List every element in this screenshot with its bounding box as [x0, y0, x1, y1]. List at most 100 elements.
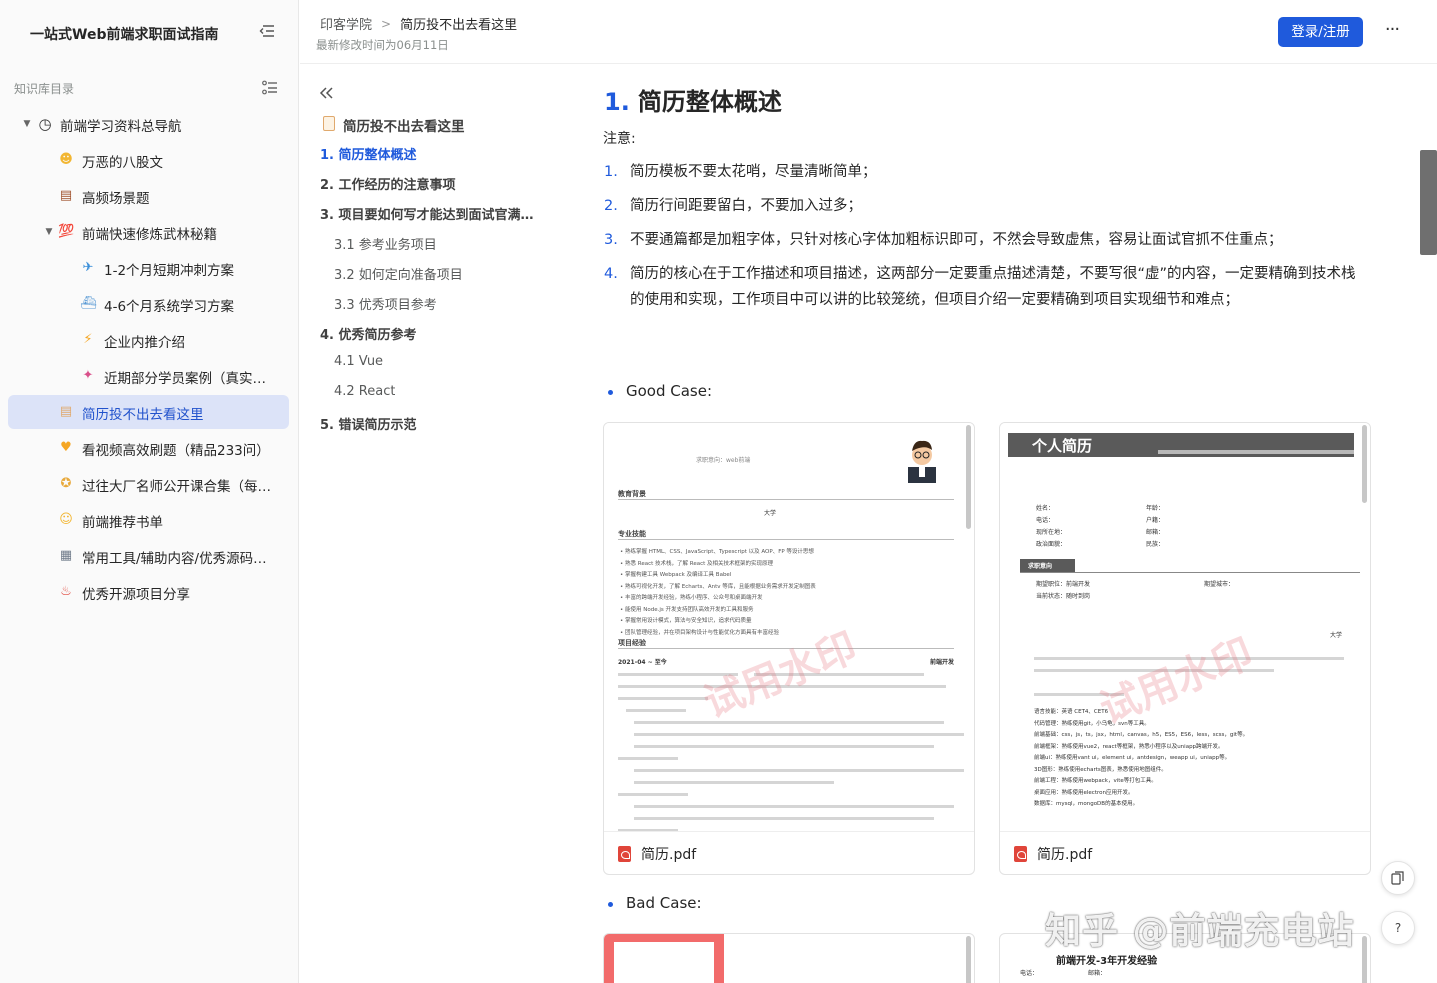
- resume-skill-line: • 熟练可视化开发，了解 Echarts、Antv 等库，且能根据业务需求开发定…: [620, 583, 816, 590]
- section-heading-text: 简历整体概述: [637, 88, 782, 116]
- toc-item[interactable]: 4. 优秀简历参考: [320, 324, 417, 343]
- pdf-file-name[interactable]: 简历.pdf: [641, 844, 696, 864]
- sidebar-item-label: 近期部分学员案例（真实记录）: [104, 371, 277, 387]
- resume-banner-title: 个人简历: [1032, 437, 1093, 455]
- sidebar-item[interactable]: ▼ 💯 前端快速修炼武林秘籍: [8, 215, 289, 249]
- sidebar: 一站式Web前端求职面试指南 知识库目录 ▼ ◷ 前端学习资料总导航 ☻ 万恶的八股文 ▤…: [0, 0, 299, 983]
- preview-scrollbar[interactable]: [1362, 936, 1367, 983]
- toc-collapse-icon[interactable]: [318, 84, 334, 105]
- toc-title[interactable]: 简历投不出去看这里: [343, 115, 465, 135]
- sidebar-item-label: 前端推荐书单: [82, 515, 163, 531]
- fire-icon: ♨: [60, 584, 72, 599]
- help-icon[interactable]: ?: [1381, 911, 1415, 945]
- resume-text-line: [634, 769, 964, 772]
- login-register-button[interactable]: 登录/注册: [1278, 17, 1363, 47]
- pdf-file-name[interactable]: 简历.pdf: [1037, 844, 1092, 864]
- toc-item[interactable]: 2. 工作经历的注意事项: [320, 174, 456, 193]
- note-label: 注意:: [603, 131, 636, 147]
- list-number: 4.: [604, 266, 618, 282]
- resume-field: 姓名：: [1036, 505, 1055, 512]
- sidebar-item[interactable]: ▦ 常用工具/辅助内容/优秀源码分享: [8, 539, 289, 573]
- resume-text-line: [618, 793, 688, 796]
- resume-text-line: [618, 697, 708, 700]
- chevron-down-icon[interactable]: ▼: [22, 119, 32, 129]
- toc-item[interactable]: 3.2 如何定向准备项目: [334, 264, 463, 283]
- sidebar-item-label: 高频场景题: [82, 191, 150, 207]
- emoji-face-icon: ☻: [59, 152, 73, 167]
- chevron-down-icon[interactable]: ▼: [44, 227, 54, 237]
- sidebar-item[interactable]: ♥ 看视频高效刷题（精品233问）: [8, 431, 289, 465]
- resume-intent-line: 当前状态：随时到岗: [1036, 593, 1091, 600]
- list-text: 不要通篇都是加粗字体，只针对核心字体加粗标识即可，不然会导致虚焦，容易让面试官抓…: [630, 232, 1283, 248]
- sidebar-item[interactable]: ☻ 万恶的八股文: [8, 143, 289, 177]
- resume-field: 邮箱：: [1146, 529, 1165, 536]
- sidebar-item[interactable]: ☺ 前端推荐书单: [8, 503, 289, 537]
- copy-icon[interactable]: [1381, 861, 1415, 895]
- page-scrollbar[interactable]: [1420, 150, 1437, 255]
- section-heading: 1. 简历整体概述: [604, 82, 782, 117]
- resume-university: 大学: [764, 510, 777, 517]
- sidebar-item[interactable]: ▼ ◷ 前端学习资料总导航: [8, 107, 289, 141]
- sidebar-item-label: 看视频高效刷题（精品233问）: [82, 443, 270, 459]
- sidebar-item[interactable]: ✪ 过往大厂名师公开课合集（每周更新）: [8, 467, 289, 501]
- sidebar-item-label: 1-2个月短期冲刺方案: [104, 263, 235, 279]
- sidebar-item-label: 前端学习资料总导航: [60, 119, 182, 135]
- resume-title: 前端开发-3年开发经验: [1056, 956, 1158, 967]
- resume-text-line: [626, 709, 686, 712]
- toc-item[interactable]: 4.1 Vue: [334, 354, 383, 369]
- list-text: 简历的核心在于工作描述和项目描述，这两部分一定要重点描述清楚，不要写很“虚”的内…: [630, 266, 1356, 308]
- sidebar-item[interactable]: ▤ 简历投不出去看这里: [8, 395, 289, 429]
- breadcrumb-root[interactable]: 印客学院: [320, 14, 372, 33]
- sidebar-item[interactable]: ⛴ 4-6个月系统学习方案: [8, 287, 289, 321]
- resume-project-heading: 项目经验: [618, 639, 646, 647]
- preview-scrollbar[interactable]: [1362, 425, 1367, 503]
- toc-item[interactable]: 3. 项目要如何写才能达到面试官满意的程度: [320, 204, 536, 223]
- pdf-preview[interactable]: 个人简历 姓名： 年龄： 电话： 户籍： 现所在地： 邮箱： 政治面貌： 民族： 求职意向 期…: [1000, 423, 1370, 831]
- medal-icon: ✪: [60, 476, 72, 491]
- kb-title[interactable]: 一站式Web前端求职面试指南: [30, 24, 218, 44]
- breadcrumb-separator-icon: >: [381, 16, 392, 31]
- pdf-file-icon: [618, 846, 631, 862]
- airplane-icon: ✈: [82, 260, 94, 275]
- resume-field: 电话：: [1020, 970, 1039, 977]
- resume-text-line: [634, 721, 944, 724]
- toc-item[interactable]: 1. 简历整体概述: [320, 144, 417, 163]
- pdf-file-icon: [1014, 846, 1027, 862]
- resume-skill-line: • 掌握构建工具 Webpack 及编译工具 Babel: [620, 572, 732, 578]
- document-icon: ▤: [59, 404, 73, 419]
- pdf-preview[interactable]: 求职意向：web前端 教育背景 大学 专业技能 • 熟练掌握 HTML、CSS、…: [604, 423, 974, 831]
- ship-icon: ⛴: [80, 296, 97, 311]
- resume-project-role: 前端开发: [930, 659, 955, 666]
- resume-section-tag: 求职意向: [1020, 559, 1075, 572]
- preview-scrollbar[interactable]: [966, 425, 971, 529]
- sidebar-item[interactable]: ♨ 优秀开源项目分享: [8, 575, 289, 609]
- pdf-card-footer[interactable]: 简历.pdf: [1000, 831, 1370, 874]
- resume-skill-line: • 团队管理经验，并在项目架构设计与性能优化方面具有丰富经验: [620, 629, 779, 636]
- resume-field: 现所在地：: [1036, 529, 1067, 536]
- list-number: 3.: [604, 232, 618, 248]
- sidebar-item-label: 前端快速修炼武林秘籍: [82, 227, 217, 243]
- pdf-card[interactable]: 个人简历 姓名： 年龄： 电话： 户籍： 现所在地： 邮箱： 政治面貌： 民族： 求职意向 期…: [999, 422, 1371, 875]
- toc-item[interactable]: 3.3 优秀项目参考: [334, 294, 437, 313]
- pdf-card[interactable]: 求职意向：web前端 教育背景 大学 专业技能 • 熟练掌握 HTML、CSS、…: [603, 422, 975, 875]
- resume-skill-line: 前端框架：熟练使用vue2，react等框架，熟悉小程序以及uniapp跨端开发…: [1034, 743, 1224, 750]
- sidebar-item-label: 常用工具/辅助内容/优秀源码分享: [82, 551, 277, 567]
- sidebar-item[interactable]: ⚡ 企业内推介绍: [8, 323, 289, 357]
- collapse-sidebar-icon[interactable]: [258, 24, 276, 40]
- resume-text-line: [634, 817, 934, 820]
- sidebar-item[interactable]: ✈ 1-2个月短期冲刺方案: [8, 251, 289, 285]
- catalog-list-icon[interactable]: [262, 80, 278, 96]
- more-icon[interactable]: ···: [1380, 18, 1404, 44]
- table-of-contents: 简历投不出去看这里 1. 简历整体概述 2. 工作经历的注意事项 3. 项目要如何写…: [300, 64, 590, 983]
- sidebar-item[interactable]: ▤ 高频场景题: [8, 179, 289, 213]
- pdf-card-footer[interactable]: 简历.pdf: [604, 831, 974, 874]
- zhihu-watermark: 知乎 @前端充电站: [1045, 911, 1355, 952]
- toc-item[interactable]: 4.2 React: [334, 384, 395, 399]
- preview-scrollbar[interactable]: [966, 936, 971, 983]
- toc-item[interactable]: 5. 错误简历示范: [320, 414, 417, 433]
- toc-item[interactable]: 3.1 参考业务项目: [334, 234, 437, 253]
- resume-edu-heading: 教育背景: [618, 490, 646, 498]
- resume-intent-line: 期望城市：: [1204, 581, 1235, 588]
- sidebar-item[interactable]: ✦ 近期部分学员案例（真实记录）: [8, 359, 289, 393]
- pdf-card[interactable]: [603, 933, 975, 983]
